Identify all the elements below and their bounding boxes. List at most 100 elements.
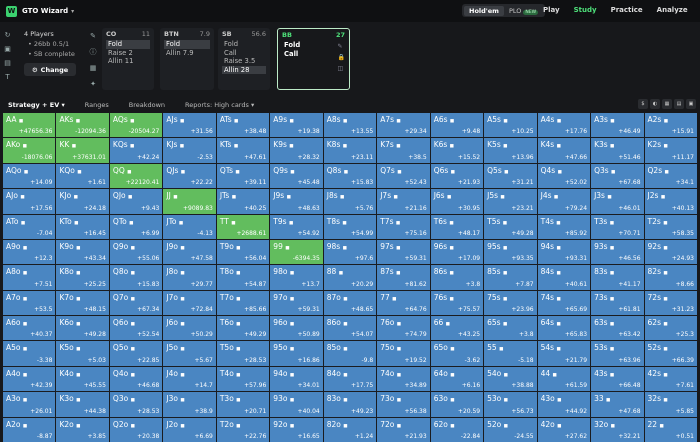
hand-cell[interactable]: T7s ■ +75.16: [377, 214, 430, 239]
magic-icon[interactable]: ✦: [86, 76, 100, 92]
hand-cell[interactable]: Q7o ■ +67.34: [109, 290, 163, 316]
nav-study[interactable]: Study: [574, 6, 597, 14]
hand-cell[interactable]: 84s ■ +40.61: [537, 265, 591, 290]
hand-cell[interactable]: Q8s ■ +15.83: [323, 163, 377, 189]
hand-cell[interactable]: A5s ■ +10.25: [484, 113, 537, 138]
hand-cell[interactable]: 64o ■ +6.16: [430, 366, 484, 392]
hand-cell[interactable]: 97o ■ +59.31: [270, 290, 323, 316]
hand-cell[interactable]: QQ ■ +22120.41: [109, 163, 163, 189]
nav-play[interactable]: Play: [543, 6, 560, 14]
hand-cell[interactable]: 55 ■ -5.18: [484, 341, 537, 366]
hand-cell[interactable]: J3s ■ +46.01: [591, 189, 644, 214]
hand-cell[interactable]: J5s ■ +23.21: [484, 189, 537, 214]
action-call[interactable]: Call: [282, 50, 345, 59]
action-call[interactable]: Call: [222, 49, 266, 58]
hand-cell[interactable]: K7s ■ +38.5: [377, 138, 430, 163]
hand-cell[interactable]: J8s ■ +5.76: [323, 189, 377, 214]
hand-cell[interactable]: K3o ■ +44.38: [56, 392, 109, 417]
image-icon[interactable]: ▣: [686, 99, 696, 109]
chevron-down-icon[interactable]: ▾: [71, 8, 74, 15]
hand-cell[interactable]: JJ ■ +9089.83: [163, 189, 216, 214]
hand-cell[interactable]: 84o ■ +17.75: [323, 366, 377, 392]
chart-icon[interactable]: ▤: [0, 56, 15, 70]
action-fold[interactable]: Fold: [222, 40, 266, 49]
hand-cell[interactable]: 66 ■ +43.25: [430, 316, 484, 341]
hand-cell[interactable]: 83s ■ +41.17: [591, 265, 644, 290]
hand-cell[interactable]: KTo ■ +16.45: [56, 214, 109, 239]
hand-cell[interactable]: J3o ■ +38.9: [163, 392, 216, 417]
hand-cell[interactable]: Q8o ■ +15.83: [109, 265, 163, 290]
action-allin[interactable]: Allin 11: [106, 57, 150, 66]
hand-cell[interactable]: 98s ■ +97.6: [323, 239, 377, 265]
hand-cell[interactable]: Q7s ■ +52.43: [377, 163, 430, 189]
hand-cell[interactable]: A8o ■ +7.51: [3, 265, 56, 290]
hand-cell[interactable]: J8o ■ +29.77: [163, 265, 216, 290]
hand-cell[interactable]: KTs ■ +47.61: [216, 138, 270, 163]
hand-cell[interactable]: 82o ■ +1.24: [323, 417, 377, 442]
hand-cell[interactable]: 63o ■ +20.59: [430, 392, 484, 417]
edit-icon[interactable]: ✎: [86, 28, 100, 44]
edit-icon[interactable]: ✎: [338, 43, 345, 50]
hand-cell[interactable]: 96o ■ +50.89: [270, 316, 323, 341]
hand-cell[interactable]: T7o ■ +85.66: [216, 290, 270, 316]
hand-cell[interactable]: 86s ■ +3.8: [430, 265, 484, 290]
hand-cell[interactable]: Q5o ■ +22.85: [109, 341, 163, 366]
hand-cell[interactable]: T6s ■ +48.17: [430, 214, 484, 239]
hand-cell[interactable]: A3s ■ +46.49: [591, 113, 644, 138]
hand-cell[interactable]: Q9o ■ +55.06: [109, 239, 163, 265]
action-fold[interactable]: Fold: [164, 40, 210, 49]
hand-cell[interactable]: AKo ■ -18076.06: [3, 138, 56, 163]
hand-cell[interactable]: 54s ■ +21.79: [537, 341, 591, 366]
hand-cell[interactable]: K8o ■ +25.25: [56, 265, 109, 290]
hand-cell[interactable]: 94o ■ +34.01: [270, 366, 323, 392]
hand-cell[interactable]: KJo ■ +24.18: [56, 189, 109, 214]
hand-cell[interactable]: 85o ■ -9.8: [323, 341, 377, 366]
tab-ranges[interactable]: Ranges: [85, 101, 109, 109]
hand-cell[interactable]: 75o ■ +19.52: [377, 341, 430, 366]
hand-cell[interactable]: 73o ■ +56.38: [377, 392, 430, 417]
hand-cell[interactable]: A4s ■ +17.76: [537, 113, 591, 138]
hand-cell[interactable]: K6o ■ +49.28: [56, 316, 109, 341]
hand-cell[interactable]: JTo ■ -4.13: [163, 214, 216, 239]
hand-cell[interactable]: Q2s ■ +34.1: [644, 163, 697, 189]
hand-cell[interactable]: QJs ■ +22.22: [163, 163, 216, 189]
hand-cell[interactable]: A3o ■ +26.01: [3, 392, 56, 417]
hand-cell[interactable]: KK ■ +37631.01: [56, 138, 109, 163]
hand-cell[interactable]: J6o ■ +50.29: [163, 316, 216, 341]
nav-analyze[interactable]: Analyze: [657, 6, 688, 14]
hand-cell[interactable]: 88 ■ +20.29: [323, 265, 377, 290]
hand-cell[interactable]: A2o ■ -8.87: [3, 417, 56, 442]
hand-cell[interactable]: 72o ■ +21.93: [377, 417, 430, 442]
hand-cell[interactable]: T2o ■ +22.76: [216, 417, 270, 442]
hand-cell[interactable]: 74s ■ +65.69: [537, 290, 591, 316]
hand-cell[interactable]: 96s ■ +17.09: [430, 239, 484, 265]
hand-cell[interactable]: JTs ■ +40.25: [216, 189, 270, 214]
hand-cell[interactable]: J7o ■ +72.84: [163, 290, 216, 316]
hand-cell[interactable]: 77 ■ +64.76: [377, 290, 430, 316]
hand-cell[interactable]: 44 ■ +61.59: [537, 366, 591, 392]
hand-cell[interactable]: Q4s ■ +52.02: [537, 163, 591, 189]
hand-cell[interactable]: AKs ■ -12094.36: [56, 113, 109, 138]
action-allin[interactable]: Allin 28: [222, 65, 266, 74]
hand-cell[interactable]: 82s ■ +8.66: [644, 265, 697, 290]
hand-cell[interactable]: A9o ■ +12.3: [3, 239, 56, 265]
hand-cell[interactable]: 87s ■ +81.62: [377, 265, 430, 290]
action-raise[interactable]: Raise 3.5: [222, 57, 266, 66]
hand-cell[interactable]: 76s ■ +75.57: [430, 290, 484, 316]
hand-cell[interactable]: 65s ■ +3.8: [484, 316, 537, 341]
hand-cell[interactable]: 53s ■ +63.96: [591, 341, 644, 366]
hand-cell[interactable]: T3o ■ +20.71: [216, 392, 270, 417]
hand-cell[interactable]: K7o ■ +48.15: [56, 290, 109, 316]
hand-cell[interactable]: 42o ■ +27.62: [537, 417, 591, 442]
hand-cell[interactable]: AA ■ +47656.36: [3, 113, 56, 138]
hand-cell[interactable]: ATo ■ -7.04: [3, 214, 56, 239]
hand-cell[interactable]: Q2o ■ +20.38: [109, 417, 163, 442]
hand-cell[interactable]: A7s ■ +29.34: [377, 113, 430, 138]
hand-cell[interactable]: A7o ■ +53.5: [3, 290, 56, 316]
hand-cell[interactable]: T8o ■ +54.87: [216, 265, 270, 290]
hand-cell[interactable]: Q6o ■ +52.54: [109, 316, 163, 341]
hand-cell[interactable]: 74o ■ +34.89: [377, 366, 430, 392]
hand-cell[interactable]: AQo ■ +14.09: [3, 163, 56, 189]
hand-cell[interactable]: T2s ■ +58.35: [644, 214, 697, 239]
position-co[interactable]: CO 11 Fold Raise 2 Allin 11: [102, 28, 154, 90]
